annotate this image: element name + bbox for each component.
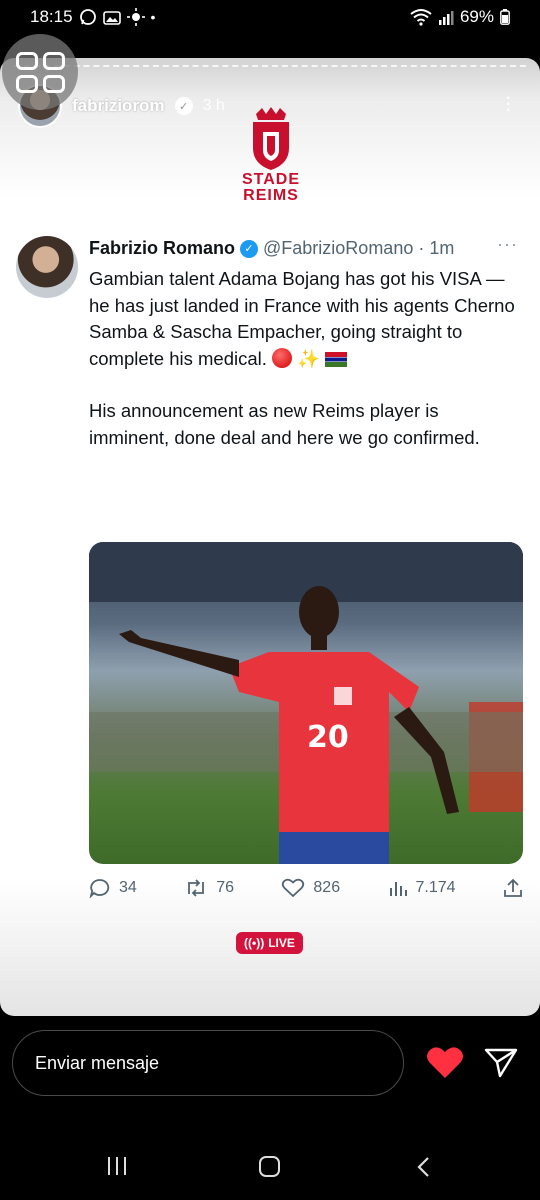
dot-icon: • (150, 9, 156, 25)
battery-percent: 69% (459, 7, 494, 26)
retweet-count: 76 (216, 879, 234, 896)
reply-icon (89, 879, 110, 898)
reply-count: 34 (119, 879, 137, 896)
tweet-more-icon[interactable]: ··· (497, 234, 518, 255)
views-count: 7.174 (415, 879, 456, 896)
like-button[interactable]: 826 (281, 878, 340, 898)
story-username[interactable]: fabriziorom (72, 96, 165, 116)
tweet-text: Gambian talent Adama Bojang has got his … (89, 266, 519, 451)
story-grid-button[interactable] (2, 34, 78, 110)
share-button[interactable] (503, 878, 523, 898)
tweet-author-name[interactable]: Fabrizio Romano (89, 238, 235, 259)
story-progress-bar (14, 65, 526, 68)
reply-button[interactable]: 34 (89, 878, 137, 898)
battery-icon (500, 9, 510, 25)
tweet-avatar[interactable] (16, 236, 78, 298)
tweet-handle[interactable]: @FabrizioRomano (263, 238, 413, 259)
more-options-icon[interactable]: · · · (505, 86, 512, 120)
like-count: 826 (313, 879, 341, 896)
logo-text-line2: REIMS (243, 187, 299, 204)
home-button[interactable] (259, 1156, 280, 1177)
status-bar: 18:15 • 69% (0, 0, 540, 34)
share-icon (504, 878, 522, 897)
live-label: LIVE (268, 936, 295, 950)
story-viewer[interactable]: fabriziorom ✓ 3 h · · · STADE REIMS Fabriz… (0, 58, 540, 1016)
system-navigation-bar (0, 1130, 540, 1200)
recent-apps-button[interactable] (108, 1157, 126, 1175)
gambia-flag-icon (325, 351, 348, 367)
retweet-icon (188, 879, 205, 897)
shirt-number: 20 (307, 720, 349, 755)
verified-check-icon: ✓ (240, 239, 259, 258)
red-circle-icon (272, 347, 293, 368)
gallery-icon (102, 9, 121, 25)
retweet-button[interactable]: 76 (184, 878, 234, 898)
tweet-time: · 1m (418, 238, 455, 258)
like-story-button[interactable] (426, 1046, 464, 1085)
grid-icon (15, 51, 65, 93)
stade-reims-logo: STADE REIMS (236, 106, 306, 204)
live-badge[interactable]: ((•)) LIVE (236, 932, 303, 954)
like-icon (282, 878, 305, 898)
tweet-paragraph-1: Gambian talent Adama Bojang has got his … (89, 268, 515, 369)
back-button[interactable] (416, 1156, 430, 1183)
tweet-actions: 34 76 826 7.174 (89, 876, 523, 900)
tweet-header: Fabrizio Romano ✓ @FabrizioRomano · 1m (89, 238, 454, 259)
wifi-icon (410, 8, 432, 26)
send-icon (484, 1048, 518, 1078)
heart-icon (427, 1047, 463, 1078)
views-button[interactable]: 7.174 (388, 878, 456, 898)
back-icon (417, 1157, 429, 1177)
views-icon (389, 882, 407, 896)
logo-text-line1: STADE (241, 171, 301, 188)
live-broadcast-icon: ((•)) (244, 936, 265, 950)
story-time: 3 h (202, 97, 225, 114)
tweet-paragraph-2: His announcement as new Reims player is … (89, 400, 480, 448)
sparkles-icon: ✨ (297, 347, 321, 369)
player-photo[interactable]: 20 (89, 542, 523, 864)
brightness-icon (126, 8, 145, 26)
clock: 18:15 (30, 7, 73, 26)
send-story-button[interactable] (484, 1048, 518, 1083)
whatsapp-icon (79, 8, 97, 26)
send-message-input[interactable]: Enviar mensaje (12, 1030, 404, 1096)
signal-icon (438, 9, 454, 25)
verified-badge-icon: ✓ (174, 97, 193, 115)
story-reply-bar: Enviar mensaje (0, 1016, 540, 1116)
send-message-placeholder: Enviar mensaje (35, 1052, 160, 1073)
